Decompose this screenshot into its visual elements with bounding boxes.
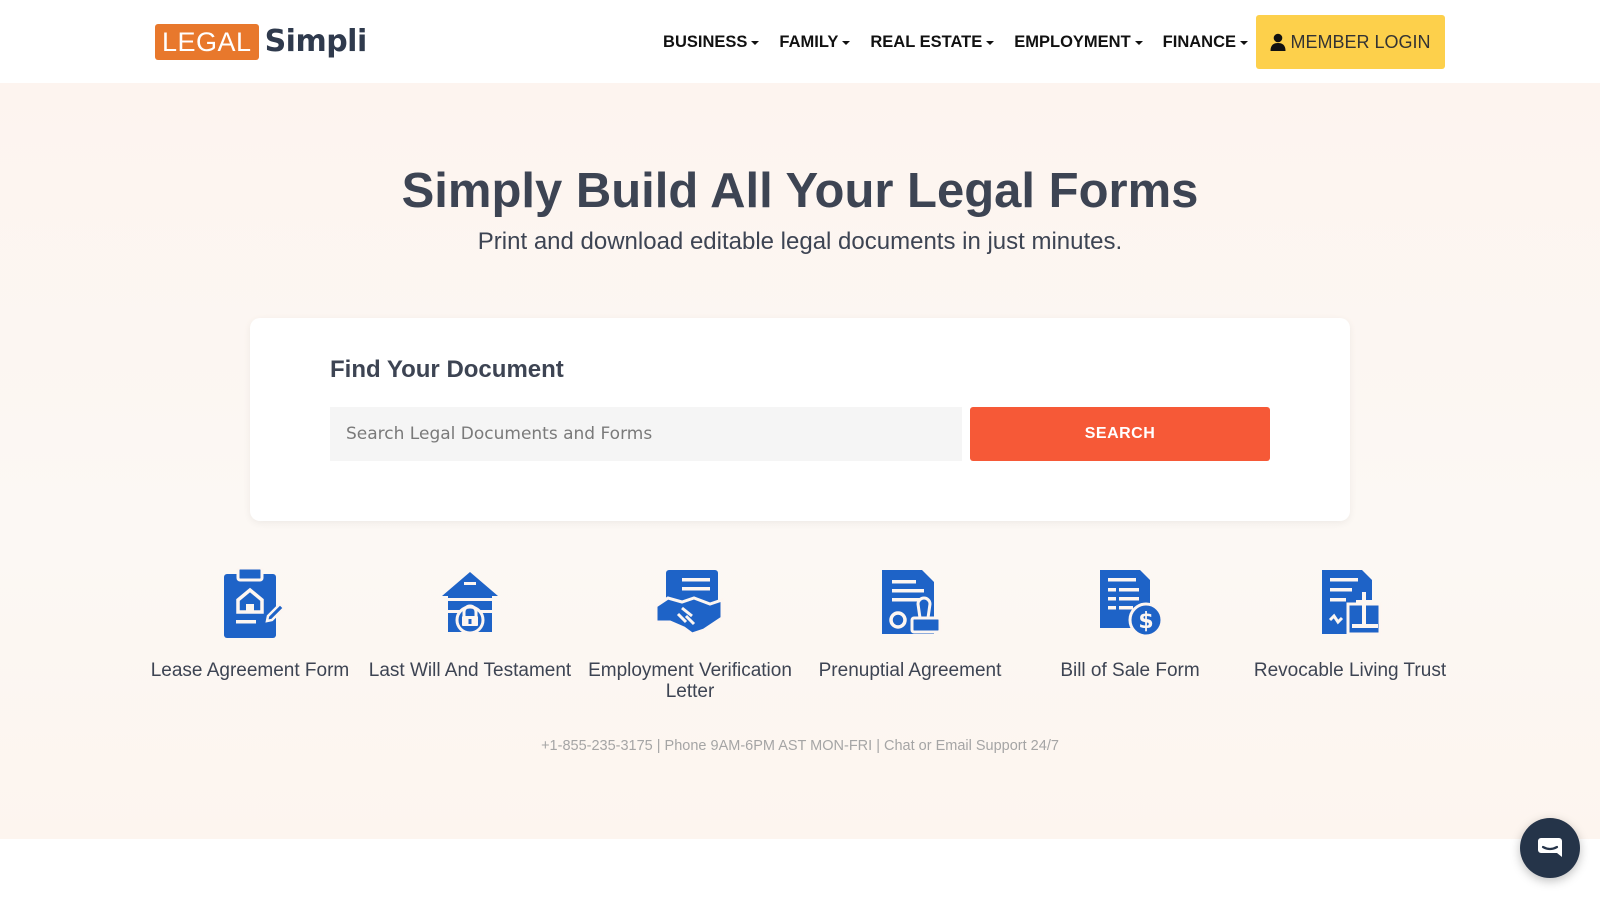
caret-down-icon bbox=[1134, 40, 1143, 45]
search-button[interactable]: SEARCH bbox=[970, 407, 1270, 461]
caret-down-icon bbox=[1240, 40, 1248, 45]
support-info: +1-855-235-3175 | Phone 9AM-6PM AST MON-… bbox=[541, 738, 1059, 754]
search-input[interactable] bbox=[330, 407, 962, 461]
doc-label: Last Will And Testament bbox=[368, 660, 572, 681]
doc-last-will[interactable]: Last Will And Testament bbox=[360, 568, 580, 702]
doc-revocable-trust[interactable]: Revocable Living Trust bbox=[1240, 568, 1460, 702]
nav-item-family[interactable]: FAMILY bbox=[769, 30, 860, 54]
member-login-button[interactable]: MEMBER LOGIN bbox=[1256, 15, 1445, 69]
main-nav: BUSINESS FAMILY REAL ESTATE EMPLOYMENT F… bbox=[653, 30, 1258, 54]
popular-documents: Lease Agreement Form Last Will And Testa… bbox=[140, 568, 1460, 702]
hero-subtitle: Print and download editable legal docume… bbox=[477, 228, 1123, 255]
logo-legal-text: LEGAL bbox=[155, 23, 259, 60]
nav-item-label: FAMILY bbox=[779, 32, 839, 51]
nav-item-employment[interactable]: EMPLOYMENT bbox=[1004, 30, 1152, 54]
house-lock-icon bbox=[442, 572, 498, 635]
user-icon bbox=[1270, 33, 1286, 51]
nav-item-label: BUSINESS bbox=[663, 32, 748, 51]
doc-bill-of-sale[interactable]: $ Bill of Sale Form bbox=[1020, 568, 1240, 702]
doc-label: Lease Agreement Form bbox=[150, 660, 350, 681]
top-navbar: LEGAL Simpli BUSINESS FAMILY REAL ESTATE… bbox=[0, 0, 1600, 83]
hero-title: Simply Build All Your Legal Forms bbox=[401, 164, 1199, 218]
nav-item-label: EMPLOYMENT bbox=[1014, 32, 1131, 51]
lease-clipboard-icon bbox=[224, 568, 286, 638]
caret-down-icon bbox=[751, 40, 760, 45]
logo-simpli-text: Simpli bbox=[264, 24, 368, 59]
search-heading: Find Your Document bbox=[330, 356, 564, 383]
nav-item-finance[interactable]: FINANCE bbox=[1153, 30, 1258, 54]
doc-employment-verification[interactable]: Employment Verification Letter bbox=[580, 568, 800, 702]
svg-text:$: $ bbox=[1138, 609, 1153, 634]
document-dollar-icon: $ bbox=[1100, 570, 1164, 638]
member-login-label: MEMBER LOGIN bbox=[1290, 31, 1431, 52]
hero-section: Simply Build All Your Legal Forms Print … bbox=[0, 83, 1600, 839]
doc-lease-agreement[interactable]: Lease Agreement Form bbox=[140, 568, 360, 702]
doc-label: Prenuptial Agreement bbox=[818, 660, 1002, 681]
nav-item-business[interactable]: BUSINESS bbox=[653, 30, 769, 54]
search-card: Find Your Document SEARCH bbox=[250, 318, 1350, 521]
document-cross-icon bbox=[1322, 570, 1382, 636]
doc-label: Employment Verification Letter bbox=[588, 660, 792, 702]
caret-down-icon bbox=[842, 40, 851, 45]
doc-label: Bill of Sale Form bbox=[1060, 660, 1200, 681]
caret-down-icon bbox=[986, 40, 995, 45]
handshake-document-icon bbox=[654, 570, 724, 636]
nav-item-label: FINANCE bbox=[1162, 32, 1236, 51]
doc-label: Revocable Living Trust bbox=[1253, 660, 1447, 681]
nav-item-label: REAL ESTATE bbox=[870, 32, 983, 51]
doc-prenuptial[interactable]: Prenuptial Agreement bbox=[800, 568, 1020, 702]
nav-item-real-estate[interactable]: REAL ESTATE bbox=[860, 30, 1004, 54]
document-stamp-icon bbox=[882, 570, 942, 634]
chat-widget-button[interactable] bbox=[1520, 818, 1580, 878]
site-logo[interactable]: LEGAL Simpli bbox=[155, 23, 367, 60]
chat-bubble-icon bbox=[1538, 838, 1562, 857]
